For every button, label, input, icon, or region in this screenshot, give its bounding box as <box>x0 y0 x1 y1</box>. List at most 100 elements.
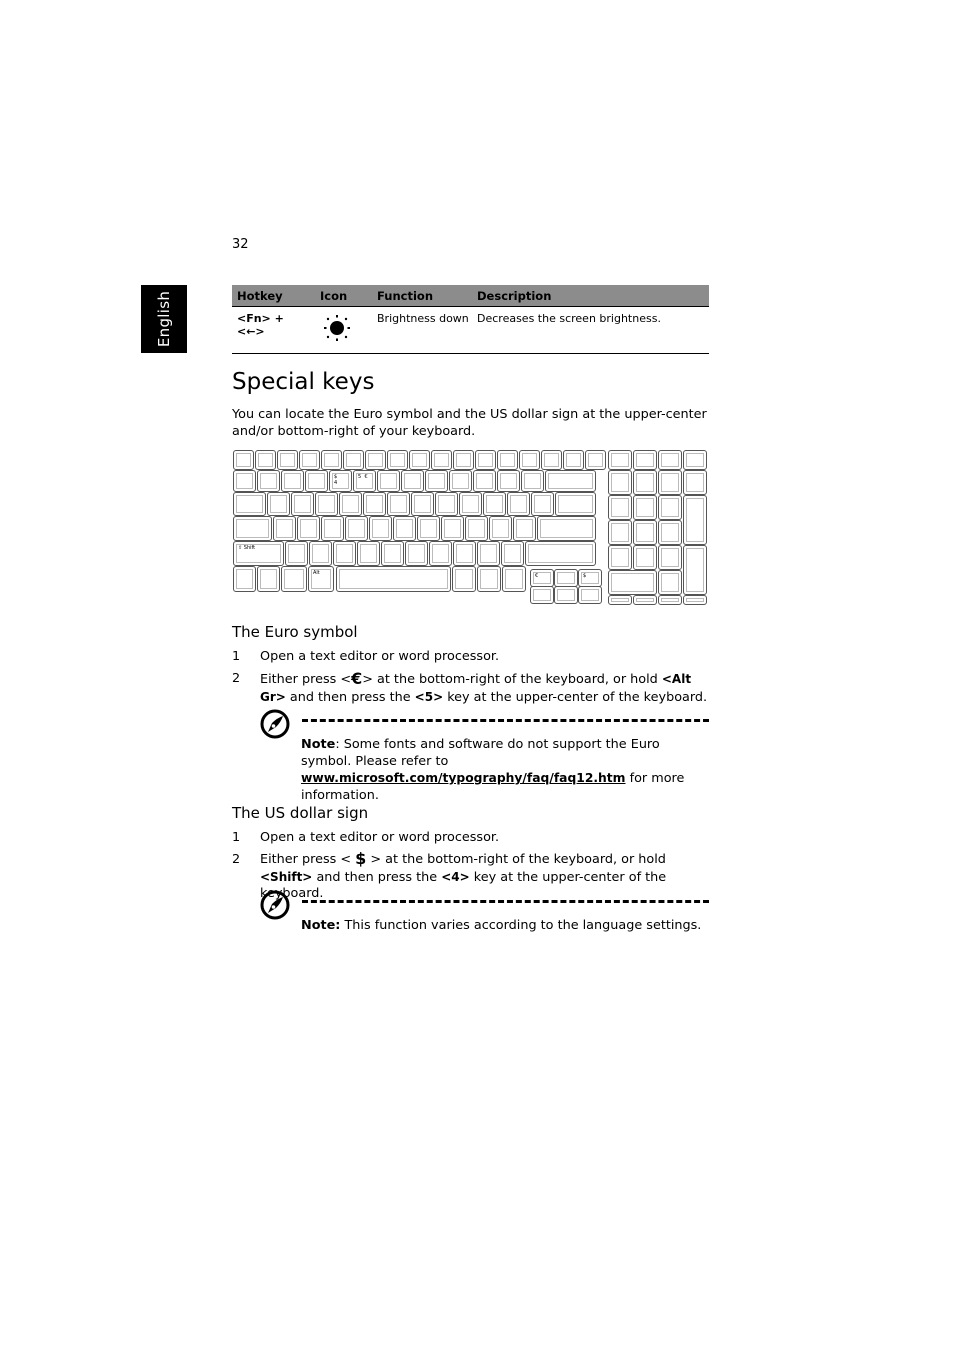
key-legend: ⇧ Shift <box>238 545 256 551</box>
keyboard-key <box>658 570 682 595</box>
step-text: Either press < $ > at the bottom-right o… <box>260 849 710 903</box>
euro-note: Note: Some fonts and software do not sup… <box>301 737 711 804</box>
keyboard-key <box>281 470 304 492</box>
keyboard-key <box>453 541 476 566</box>
microsoft-typography-link[interactable]: www.microsoft.com/typography/faq/faq12.h… <box>301 771 626 785</box>
note-divider <box>302 900 709 903</box>
keyboard-key <box>233 566 256 592</box>
keyboard-key <box>608 495 632 520</box>
keyboard-key <box>315 492 338 516</box>
keyboard-key <box>401 470 424 492</box>
keyboard-key <box>409 450 430 470</box>
step-text: Either press <€> at the bottom-right of … <box>260 671 710 706</box>
key-4-dollar: $ 4 <box>329 470 352 492</box>
dollar-symbol-icon: $ <box>355 849 367 868</box>
keyboard-key <box>537 516 596 541</box>
keyboard-key <box>429 541 452 566</box>
keyboard-key <box>633 595 657 605</box>
step-text-part: and then press the <box>285 689 415 705</box>
keyboard-key <box>507 492 530 516</box>
keyboard-key <box>257 470 280 492</box>
keyboard-key <box>658 520 682 545</box>
keyboard-key <box>658 495 682 520</box>
key-4: <4> <box>441 869 470 884</box>
keyboard-key <box>321 450 342 470</box>
key-arrow-up <box>554 569 578 587</box>
key-legend: Alt <box>313 570 320 576</box>
keyboard-key <box>531 492 554 516</box>
keyboard-key <box>345 516 368 541</box>
table-header-row: Hotkey Icon Function Description <box>232 285 709 307</box>
key-space <box>336 566 451 592</box>
hotkey-table: Hotkey Icon Function Description <Fn> + … <box>232 285 709 354</box>
keyboard-key <box>513 516 536 541</box>
keyboard-key <box>683 470 707 495</box>
header-icon: Icon <box>315 285 372 307</box>
keyboard-key <box>393 516 416 541</box>
keyboard-key <box>459 492 482 516</box>
euro-heading: The Euro symbol <box>232 623 358 641</box>
keyboard-key <box>497 450 518 470</box>
dollar-heading: The US dollar sign <box>232 804 369 822</box>
keyboard-key <box>683 595 707 605</box>
step-text-part: Either press < <box>260 852 356 867</box>
note-text-part: : Some fonts and software do not support… <box>301 737 660 769</box>
keyboard-key <box>541 450 562 470</box>
keyboard-key <box>563 450 584 470</box>
keyboard-key <box>297 516 320 541</box>
step-text-part: and then press the <box>312 869 442 885</box>
keyboard-key <box>417 516 440 541</box>
keyboard-key <box>273 516 296 541</box>
keyboard-key <box>305 470 328 492</box>
keyboard-key <box>281 566 307 592</box>
keyboard-key <box>658 470 682 495</box>
keyboard-key <box>658 595 682 605</box>
keyboard-key <box>473 470 496 492</box>
step-number: 2 <box>232 671 241 686</box>
key-legend: $ <box>583 573 587 579</box>
keyboard-key <box>453 450 474 470</box>
keyboard-key <box>363 492 386 516</box>
key-shift: <Shift> <box>260 869 313 884</box>
keyboard-key <box>521 470 544 492</box>
keyboard-key <box>475 450 496 470</box>
brightness-down-icon <box>324 315 350 341</box>
section-title: Special keys <box>232 369 375 395</box>
cell-description: Decreases the screen brightness. <box>472 306 709 354</box>
step-text: Open a text editor or word processor. <box>260 649 500 664</box>
keyboard-illustration: $ 4 5 € ⇧ Shift Alt € $ <box>232 449 709 605</box>
keyboard-key <box>425 470 448 492</box>
keyboard-key <box>449 470 472 492</box>
key-numpad-enter <box>683 545 707 595</box>
step-number: 1 <box>232 830 241 845</box>
key-numpad-0 <box>608 570 657 595</box>
keyboard-key <box>267 492 290 516</box>
keyboard-key <box>683 450 707 470</box>
key-dollar: $ <box>578 569 602 587</box>
keyboard-key <box>411 492 434 516</box>
note-pen-icon <box>260 709 290 739</box>
keyboard-key <box>633 545 657 570</box>
key-5-euro: 5 € <box>353 470 376 492</box>
keyboard-key <box>633 450 657 470</box>
keyboard-key <box>608 520 632 545</box>
cell-hotkey: <Fn> + <←> <box>232 306 315 354</box>
key-5: <5> <box>414 689 444 704</box>
language-tab-label: English <box>155 290 173 348</box>
keyboard-key <box>441 516 464 541</box>
page-number: 32 <box>232 237 249 252</box>
keyboard-key <box>255 450 276 470</box>
keyboard-key <box>545 470 596 492</box>
keyboard-key <box>658 545 682 570</box>
euro-symbol-icon: € <box>351 669 363 688</box>
step-text-part: Either press < <box>260 672 352 687</box>
keyboard-key <box>431 450 452 470</box>
keyboard-key <box>257 566 280 592</box>
cell-function: Brightness down <box>372 306 472 354</box>
note-text-part: This function varies according to the la… <box>340 918 702 933</box>
keyboard-key <box>489 516 512 541</box>
language-tab: English <box>141 285 187 353</box>
header-function: Function <box>372 285 472 307</box>
keyboard-key <box>519 450 540 470</box>
keyboard-key <box>285 541 308 566</box>
